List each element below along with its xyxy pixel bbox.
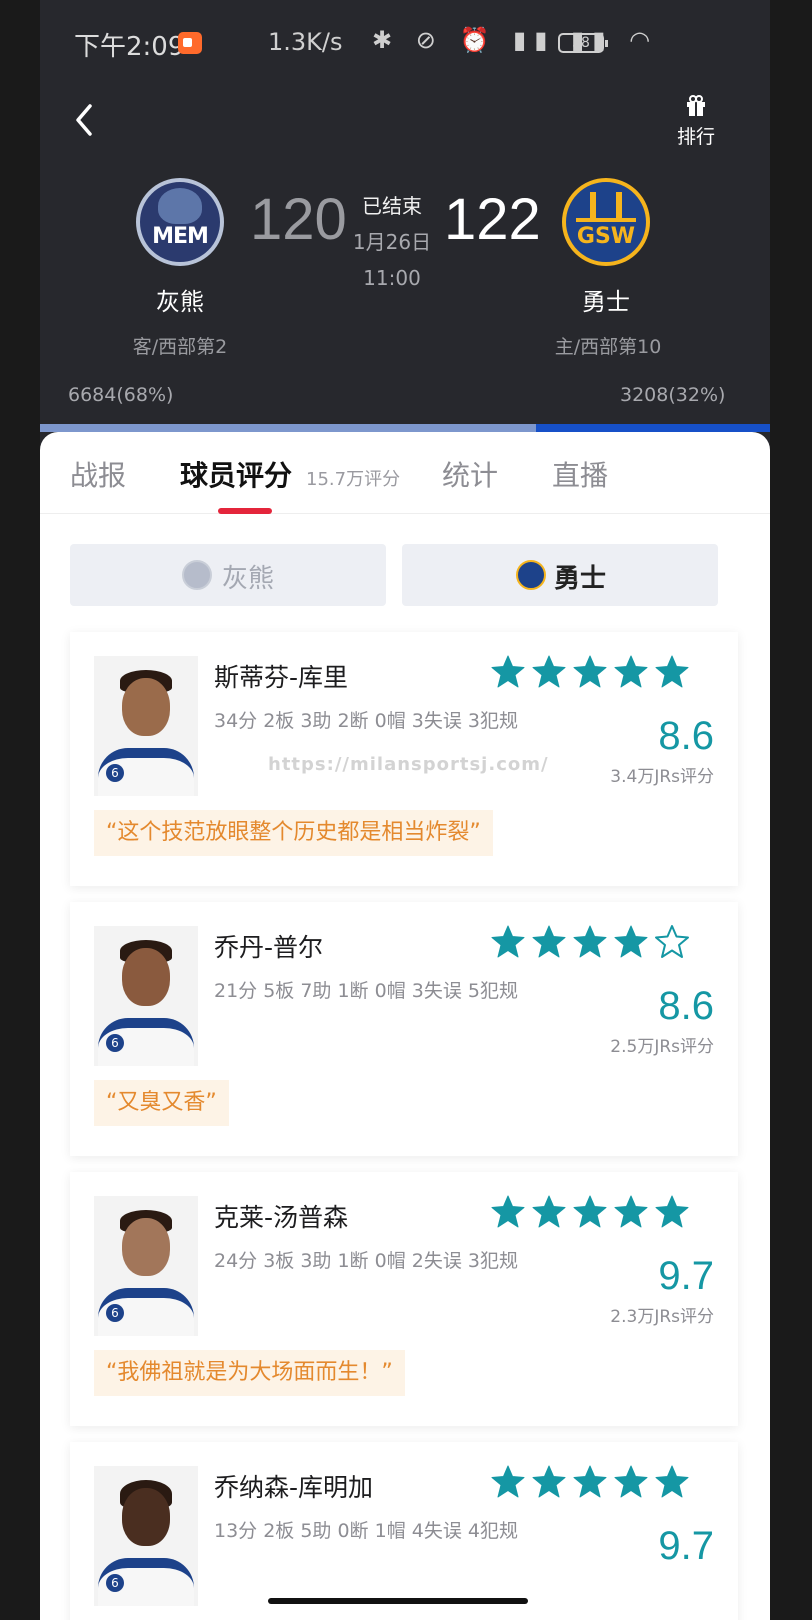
player-rating-score: 9.7 bbox=[658, 1254, 714, 1298]
home-indicator[interactable] bbox=[268, 1598, 528, 1604]
away-logo-text: MEM bbox=[152, 224, 209, 249]
star-empty-icon[interactable] bbox=[654, 924, 690, 960]
away-team-rank: 客/西部第2 bbox=[132, 336, 228, 358]
player-stats: 34分 2板 3助 2断 0帽 3失误 3犯规 bbox=[214, 710, 518, 732]
star-filled-icon[interactable] bbox=[490, 1464, 526, 1500]
star-rating[interactable] bbox=[490, 924, 716, 964]
star-filled-icon[interactable] bbox=[572, 1464, 608, 1500]
match-date: 1月26日 bbox=[352, 230, 432, 254]
star-filled-icon[interactable] bbox=[531, 654, 567, 690]
away-score: 120 bbox=[250, 187, 347, 252]
network-speed: 1.3K/s bbox=[268, 28, 343, 56]
star-filled-icon[interactable] bbox=[654, 1194, 690, 1230]
home-team-rank: 主/西部第10 bbox=[554, 336, 662, 358]
top-comment[interactable]: “又臭又香” bbox=[94, 1080, 229, 1126]
star-rating[interactable] bbox=[490, 1194, 716, 1234]
star-filled-icon[interactable] bbox=[654, 654, 690, 690]
team-switch-away[interactable]: 灰熊 bbox=[70, 544, 386, 606]
player-name: 斯蒂芬-库里 bbox=[214, 663, 349, 692]
player-photo bbox=[94, 926, 198, 1066]
battery-icon: 58 bbox=[558, 33, 608, 53]
away-team-logo[interactable]: MEM bbox=[136, 178, 224, 266]
star-filled-icon[interactable] bbox=[613, 1194, 649, 1230]
warriors-logo-icon bbox=[516, 560, 546, 590]
star-filled-icon[interactable] bbox=[490, 654, 526, 690]
player-rating-score: 8.6 bbox=[658, 714, 714, 758]
player-rating-count: 3.4万JRs评分 bbox=[610, 767, 714, 787]
top-comment[interactable]: “这个技范放眼整个历史都是相当炸裂” bbox=[94, 810, 493, 856]
team-switch-home[interactable]: 勇士 bbox=[402, 544, 718, 606]
star-filled-icon[interactable] bbox=[572, 1194, 608, 1230]
tab-stats[interactable]: 统计 bbox=[442, 454, 498, 494]
back-button[interactable] bbox=[68, 98, 104, 142]
home-team-logo[interactable]: GSW bbox=[562, 178, 650, 266]
player-card[interactable]: 乔纳森-库明加 13分 2板 5助 0断 1帽 4失误 4犯规 9.7 bbox=[70, 1442, 738, 1620]
grizzly-icon bbox=[158, 188, 202, 224]
app-screen: 下午2:09 1.3K/s ✱ ⊘ ⏰ ▮▮ ▮▮ ◠ 58 排行 MEM 12… bbox=[40, 0, 770, 1620]
match-time: 11:00 bbox=[363, 266, 421, 290]
player-name: 乔丹-普尔 bbox=[214, 933, 324, 962]
match-status: 已结束 bbox=[362, 194, 422, 218]
star-filled-icon[interactable] bbox=[531, 1464, 567, 1500]
tab-live[interactable]: 直播 bbox=[552, 454, 608, 494]
vote-share-away-fill bbox=[40, 424, 537, 432]
away-team-name[interactable]: 灰熊 bbox=[130, 282, 230, 317]
star-filled-icon[interactable] bbox=[572, 654, 608, 690]
active-tab-indicator bbox=[218, 508, 272, 514]
player-stats: 13分 2板 5助 0断 1帽 4失误 4犯规 bbox=[214, 1520, 518, 1542]
player-rating-count: 2.3万JRs评分 bbox=[610, 1307, 714, 1327]
player-name: 乔纳森-库明加 bbox=[214, 1473, 374, 1502]
tab-report[interactable]: 战报 bbox=[70, 454, 126, 494]
status-bar: 下午2:09 1.3K/s ✱ ⊘ ⏰ ▮▮ ▮▮ ◠ 58 bbox=[40, 0, 770, 86]
player-rating-score: 8.6 bbox=[658, 984, 714, 1028]
tab-player-rating[interactable]: 球员评分 bbox=[180, 454, 292, 494]
player-card[interactable]: 乔丹-普尔 21分 5板 7助 1断 0帽 3失误 5犯规 8.6 2.5万JR… bbox=[70, 902, 738, 1156]
player-stats: 21分 5板 7助 1断 0帽 3失误 5犯规 bbox=[214, 980, 518, 1002]
chevron-left-icon bbox=[76, 104, 92, 136]
content-panel: 战报 球员评分 15.7万评分 统计 直播 灰熊 勇士 斯蒂芬-库里 34分 2… bbox=[40, 432, 770, 1620]
star-filled-icon[interactable] bbox=[490, 924, 526, 960]
player-photo bbox=[94, 656, 198, 796]
player-name: 克莱-汤普森 bbox=[214, 1203, 349, 1232]
star-filled-icon[interactable] bbox=[531, 924, 567, 960]
star-filled-icon[interactable] bbox=[613, 654, 649, 690]
star-filled-icon[interactable] bbox=[572, 924, 608, 960]
status-icons: ✱ ⊘ ⏰ ▮▮ ▮▮ ◠ bbox=[372, 26, 659, 54]
rating-count-label: 15.7万评分 bbox=[306, 469, 401, 490]
status-time: 下午2:09 bbox=[74, 32, 185, 62]
top-comment[interactable]: “我佛祖就是为大场面而生！” bbox=[94, 1350, 405, 1396]
home-score: 122 bbox=[444, 187, 541, 252]
star-filled-icon[interactable] bbox=[654, 1464, 690, 1500]
grizzly-logo-icon bbox=[182, 560, 212, 590]
player-rating-score: 9.7 bbox=[658, 1524, 714, 1568]
vote-share-bar bbox=[40, 424, 770, 432]
player-stats: 24分 3板 3助 1断 0帽 2失误 3犯规 bbox=[214, 1250, 518, 1272]
team-switch-away-label: 灰熊 bbox=[222, 564, 275, 594]
player-photo bbox=[94, 1196, 198, 1336]
ranking-label: 排行 bbox=[676, 126, 715, 148]
away-votes: 6684(68%) bbox=[68, 384, 174, 406]
home-team-name[interactable]: 勇士 bbox=[556, 282, 656, 317]
player-card[interactable]: 克莱-汤普森 24分 3板 3助 1断 0帽 2失误 3犯规 9.7 2.3万J… bbox=[70, 1172, 738, 1426]
star-filled-icon[interactable] bbox=[531, 1194, 567, 1230]
star-rating[interactable] bbox=[490, 1464, 716, 1504]
star-filled-icon[interactable] bbox=[613, 924, 649, 960]
watermark: https://milansportsj.com/ bbox=[268, 754, 549, 775]
player-rating-count: 2.5万JRs评分 bbox=[610, 1037, 714, 1057]
home-votes: 3208(32%) bbox=[620, 384, 726, 406]
player-photo bbox=[94, 1466, 198, 1606]
tab-bar: 战报 球员评分 15.7万评分 统计 直播 bbox=[40, 432, 770, 514]
screen-record-icon bbox=[178, 32, 202, 54]
team-switch-home-label: 勇士 bbox=[554, 564, 607, 594]
gift-icon bbox=[687, 95, 705, 116]
star-filled-icon[interactable] bbox=[490, 1194, 526, 1230]
star-filled-icon[interactable] bbox=[613, 1464, 649, 1500]
ranking-button[interactable]: 排行 bbox=[666, 92, 726, 156]
home-logo-text: GSW bbox=[576, 224, 636, 249]
bridge-icon bbox=[576, 192, 636, 222]
star-rating[interactable] bbox=[490, 654, 716, 694]
